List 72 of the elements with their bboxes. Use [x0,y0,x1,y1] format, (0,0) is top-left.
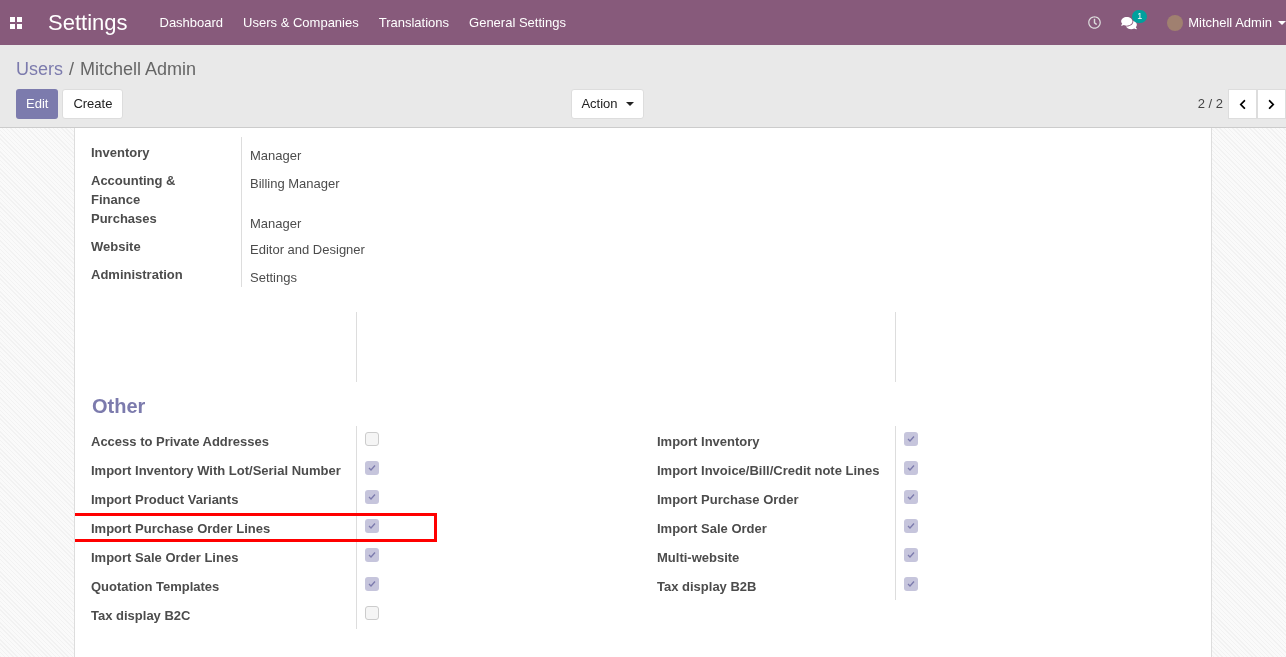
field-label: Access to Private Addresses [91,434,269,449]
field-value: Settings [250,270,297,285]
field-value: Editor and Designer [250,242,365,257]
secondary-button[interactable]: Create [62,89,124,119]
check-icon [907,551,915,559]
field-label: Quotation Templates [91,579,220,594]
checkbox[interactable] [365,577,379,591]
message-count-badge: 1 [1132,9,1148,23]
field-value: Billing Manager [250,176,340,191]
breadcrumb-link[interactable]: Users [16,55,63,83]
check-icon [907,435,915,443]
menu-item[interactable]: General Settings [469,12,566,33]
checkbox[interactable] [904,490,918,504]
checkbox[interactable] [904,577,918,591]
menu-item[interactable]: Users & Companies [243,12,359,33]
pager-counter: 2 / 2 [1197,95,1223,114]
field-label: Import Invoice/Bill/Credit note Lines [657,463,880,478]
checkbox[interactable] [365,606,379,620]
check-icon [368,551,376,559]
chevron-right-icon [1266,98,1277,110]
action-dropdown[interactable]: Action [571,89,644,119]
next-button[interactable] [1257,89,1286,119]
checkbox[interactable] [365,548,379,562]
field-label: Tax display B2C [91,608,191,623]
chat-icon[interactable] [1121,15,1138,30]
check-icon [368,580,376,588]
primary-button[interactable]: Edit [16,89,59,119]
field-label: Administration [91,266,184,284]
field-label: Import Sale Order [657,521,767,536]
breadcrumb-current: Mitchell Admin [80,57,197,81]
checkbox[interactable] [904,548,918,562]
app-grid-icon[interactable] [10,16,22,29]
avatar-icon [1167,14,1184,31]
field-label: Accounting & Finance [91,172,177,209]
field-value: Manager [250,148,302,163]
field-value: Manager [250,216,302,231]
field-label: Tax display B2B [657,579,757,594]
checkbox[interactable] [365,461,379,475]
field-label: Multi-website [657,550,740,565]
previous-button[interactable] [1228,89,1257,119]
check-icon [907,493,915,501]
checkbox[interactable] [904,519,918,533]
breadcrumb-separator: / [69,57,75,81]
menu-item[interactable]: Translations [378,12,450,33]
menu-item[interactable]: Dashboard [159,12,224,33]
checkbox[interactable] [904,461,918,475]
field-label: Import Inventory With Lot/Serial Number [91,463,341,478]
check-icon [907,580,915,588]
user-menu[interactable]: Mitchell Admin [1188,12,1272,33]
field-label: Import Inventory [657,434,760,449]
check-icon [368,464,376,472]
field-label: Import Purchase Order Lines [91,521,271,536]
app-title: Settings [48,9,128,37]
clock-icon[interactable] [1088,16,1102,29]
field-label: Import Product Variants [91,492,239,507]
field-label: Website [91,238,142,256]
field-label: Import Sale Order Lines [91,550,239,565]
checkbox[interactable] [365,490,379,504]
checkbox[interactable] [365,432,379,446]
checkbox[interactable] [365,519,379,533]
check-icon [907,464,915,472]
field-label: Inventory [91,144,151,162]
check-icon [907,522,915,530]
section-title: Other [92,394,146,419]
chevron-left-icon [1237,98,1248,110]
caret-icon [1278,20,1286,25]
field-label: Import Purchase Order [657,492,799,507]
check-icon [368,522,376,530]
checkbox[interactable] [904,432,918,446]
field-label: Purchases [91,210,158,228]
check-icon [368,493,376,501]
caret-icon [625,102,634,106]
